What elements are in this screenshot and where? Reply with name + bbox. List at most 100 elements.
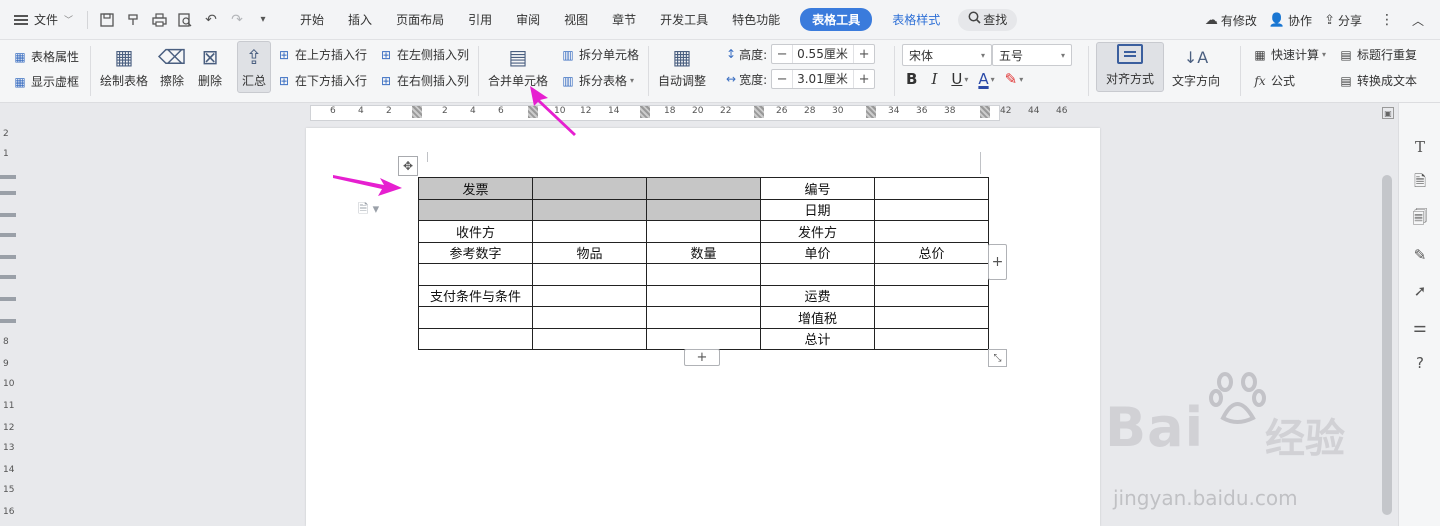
row-height-decrease-button[interactable]: −: [772, 45, 792, 63]
file-menu[interactable]: 文件 ﹀: [0, 0, 81, 40]
insert-column-left-button[interactable]: ⊞ 在左侧插入列: [378, 46, 469, 63]
font-size-select[interactable]: 五号 ▾: [992, 44, 1072, 66]
paragraph-options-icon[interactable]: 🗎 ▾: [358, 200, 379, 222]
table-cell[interactable]: [874, 284, 989, 307]
table-cell[interactable]: [532, 177, 647, 200]
vertical-ruler[interactable]: 2 1 8 9 10 11 12 13 14 15 16: [0, 123, 18, 526]
tab-developer[interactable]: 开发工具: [648, 0, 720, 40]
table-cell[interactable]: 参考数字: [418, 241, 533, 264]
table-cell[interactable]: 增值税: [760, 306, 875, 329]
table-cell[interactable]: 单价: [760, 241, 875, 264]
ruler-column-marker[interactable]: [754, 106, 764, 118]
table-cell[interactable]: [646, 263, 761, 286]
add-row-button[interactable]: +: [684, 349, 720, 366]
table-cell[interactable]: [532, 263, 647, 286]
table-cell[interactable]: 支付条件与条件: [418, 284, 533, 307]
alignment-button[interactable]: 对齐方式: [1096, 42, 1164, 92]
table-cell[interactable]: 编号: [760, 177, 875, 200]
tab-page-layout[interactable]: 页面布局: [384, 0, 456, 40]
save-icon[interactable]: [96, 9, 118, 31]
tab-view[interactable]: 视图: [552, 0, 600, 40]
font-name-select[interactable]: 宋体 ▾: [902, 44, 992, 66]
help-icon[interactable]: ?: [1410, 353, 1430, 373]
table-cell[interactable]: [874, 327, 989, 350]
repeat-header-button[interactable]: ▤ 标题行重复: [1338, 46, 1417, 63]
bold-button[interactable]: B: [906, 70, 917, 88]
print-preview-icon[interactable]: [174, 9, 196, 31]
row-height-increase-button[interactable]: +: [854, 45, 874, 63]
collab-button[interactable]: 👤 协作: [1263, 12, 1318, 29]
table-cell[interactable]: [532, 198, 647, 221]
sliders-icon[interactable]: ⚌: [1410, 317, 1430, 337]
search-box[interactable]: 查找: [958, 8, 1018, 31]
table-cell[interactable]: [646, 327, 761, 350]
add-column-button[interactable]: +: [988, 244, 1007, 280]
delete-button[interactable]: ⊠ 删除: [196, 44, 224, 89]
highlight-icon[interactable]: ✎: [1005, 70, 1018, 88]
tab-section[interactable]: 章节: [600, 0, 648, 40]
table-cell[interactable]: [646, 306, 761, 329]
table-resize-handle-icon[interactable]: ⤡: [988, 349, 1007, 367]
table-cell[interactable]: 发票: [418, 177, 533, 200]
vertical-scrollbar[interactable]: ▣: [1378, 103, 1398, 526]
text-style-icon[interactable]: T: [1410, 137, 1430, 157]
scroll-options-icon[interactable]: ▣: [1382, 107, 1394, 119]
table-cell[interactable]: [418, 327, 533, 350]
tab-home[interactable]: 开始: [288, 0, 336, 40]
row-height-input[interactable]: 0.55厘米: [792, 45, 855, 63]
quick-access-more-icon[interactable]: ▾: [252, 9, 274, 31]
column-width-decrease-button[interactable]: −: [772, 70, 792, 88]
show-gridlines-button[interactable]: ▦ 显示虚框: [12, 73, 79, 90]
ruler-column-marker[interactable]: [412, 106, 422, 118]
table-cell[interactable]: [646, 177, 761, 200]
document-icon[interactable]: 🗎: [1410, 172, 1430, 193]
table-cell[interactable]: [532, 284, 647, 307]
ruler-column-marker[interactable]: [640, 106, 650, 118]
share-button[interactable]: ⇪ 分享: [1318, 12, 1368, 29]
italic-button[interactable]: I: [931, 70, 937, 88]
table-cell[interactable]: [418, 198, 533, 221]
invoice-table[interactable]: 发票 编号 日期 收件方 发件方 参考数字 物品 数量 单价 总价 支付条件与条件 运费 增值税 总计: [418, 177, 989, 350]
table-cell[interactable]: [646, 198, 761, 221]
split-cells-button[interactable]: ▥ 拆分单元格: [560, 46, 639, 63]
text-direction-button[interactable]: ↓A 文字方向: [1172, 44, 1220, 89]
table-cell[interactable]: [874, 198, 989, 221]
select-cursor-icon[interactable]: ➚: [1410, 281, 1430, 301]
tab-table-style[interactable]: 表格样式: [880, 0, 952, 40]
auto-fit-button[interactable]: ▦ 自动调整: [658, 44, 706, 89]
format-painter-icon[interactable]: [122, 9, 144, 31]
column-width-increase-button[interactable]: +: [854, 70, 874, 88]
table-cell[interactable]: 物品: [532, 241, 647, 264]
tab-special[interactable]: 特色功能: [720, 0, 792, 40]
table-cell[interactable]: 总价: [874, 241, 989, 264]
table-cell[interactable]: 发件方: [760, 220, 875, 243]
column-width-input[interactable]: 3.01厘米: [792, 70, 855, 88]
collapse-ribbon-icon[interactable]: ︿: [1406, 12, 1440, 29]
table-cell[interactable]: [646, 220, 761, 243]
table-cell[interactable]: [646, 284, 761, 307]
modified-button[interactable]: ☁ 有修改: [1199, 12, 1263, 29]
insert-column-right-button[interactable]: ⊞ 在右侧插入列: [378, 72, 469, 89]
more-options-icon[interactable]: ⋮: [1368, 12, 1406, 28]
ruler-column-marker[interactable]: [866, 106, 876, 118]
table-cell[interactable]: [874, 220, 989, 243]
insert-row-below-button[interactable]: ⊞ 在下方插入行: [276, 72, 367, 89]
font-color-button[interactable]: A: [978, 70, 988, 88]
table-cell[interactable]: 数量: [646, 241, 761, 264]
table-cell[interactable]: [532, 220, 647, 243]
draw-table-button[interactable]: ▦ 绘制表格: [100, 44, 148, 89]
document-settings-icon[interactable]: 🗐: [1410, 208, 1430, 229]
table-cell[interactable]: [418, 306, 533, 329]
table-properties-button[interactable]: ▦ 表格属性: [12, 48, 79, 65]
table-cell[interactable]: [760, 263, 875, 286]
redo-icon[interactable]: ↷: [226, 9, 248, 31]
summary-button[interactable]: ⇪ 汇总: [237, 41, 271, 93]
table-cell[interactable]: [874, 177, 989, 200]
formula-button[interactable]: fx 公式: [1252, 72, 1295, 89]
underline-button[interactable]: U: [951, 70, 962, 88]
table-cell[interactable]: [874, 263, 989, 286]
tab-table-tools[interactable]: 表格工具: [800, 0, 873, 40]
table-cell[interactable]: [532, 306, 647, 329]
tab-review[interactable]: 审阅: [504, 0, 552, 40]
tab-references[interactable]: 引用: [456, 0, 504, 40]
